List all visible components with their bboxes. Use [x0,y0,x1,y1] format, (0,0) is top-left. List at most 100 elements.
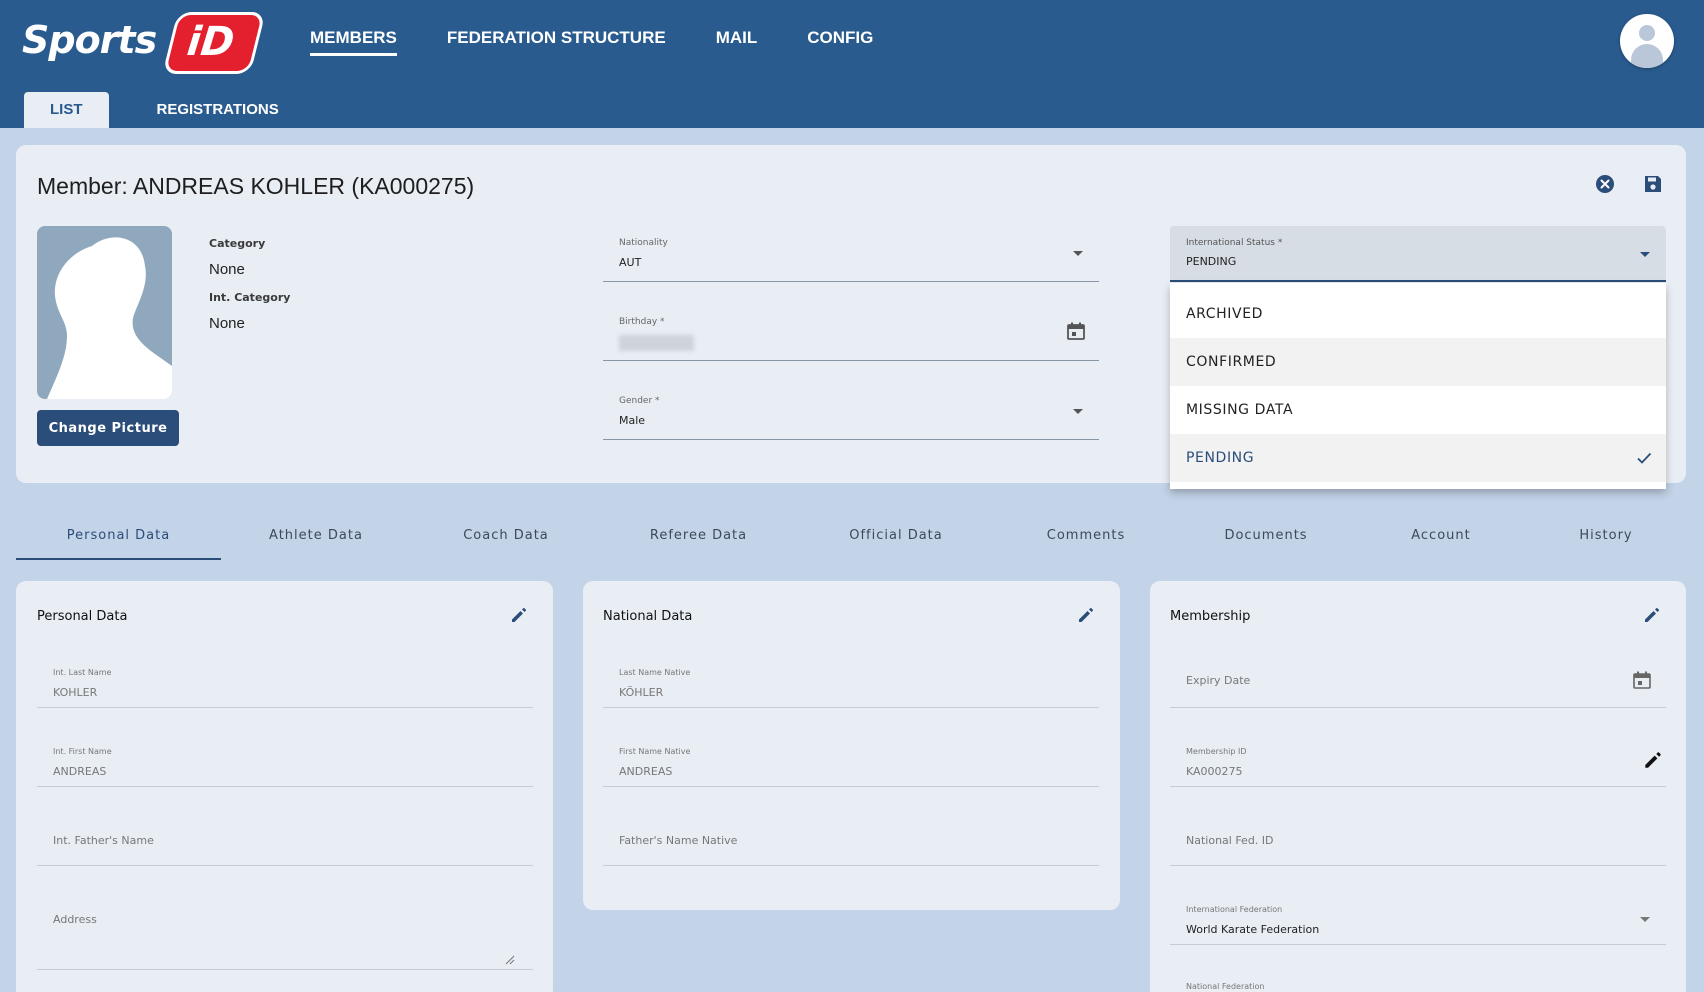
tab-account[interactable]: Account [1356,512,1526,560]
int-category-label: Int. Category [209,291,291,304]
calendar-icon[interactable] [1066,321,1086,341]
nav-mail[interactable]: MAIL [716,28,758,56]
tab-referee-data[interactable]: Referee Data [601,512,796,560]
nationality-label: Nationality [619,238,668,248]
nav-members[interactable]: MEMBERS [310,28,397,56]
edit-icon[interactable] [1642,605,1662,625]
page-title: Member: ANDREAS KOHLER (KA000275) [37,173,475,199]
personal-data-title: Personal Data [37,609,128,624]
int-fathers-name-placeholder: Int. Father's Name [53,834,154,847]
int-last-name-label: Int. Last Name [53,668,112,677]
last-name-native-label: Last Name Native [619,668,691,677]
option-label: CONFIRMED [1186,354,1277,370]
tab-official-data[interactable]: Official Data [796,512,996,560]
national-fed-id-placeholder: National Fed. ID [1186,834,1274,847]
resize-handle-icon[interactable] [505,955,515,965]
tab-coach-data[interactable]: Coach Data [411,512,601,560]
gender-label: Gender * [619,396,660,406]
edit-icon[interactable] [1076,605,1096,625]
tab-comments[interactable]: Comments [996,512,1176,560]
nav-federation-structure[interactable]: FEDERATION STRUCTURE [447,28,666,56]
sub-tabs: LIST REGISTRATIONS [24,92,305,128]
avatar-head [1639,25,1655,41]
expiry-date-placeholder: Expiry Date [1186,674,1251,687]
int-first-name-label: Int. First Name [53,747,112,756]
option-label: MISSING DATA [1186,402,1294,418]
status-option-archived[interactable]: ARCHIVED [1170,290,1666,338]
status-option-missing-data[interactable]: MISSING DATA [1170,386,1666,434]
int-fathers-name-field[interactable]: Int. Father's Name [37,816,533,866]
national-federation-label: National Federation [1186,982,1265,991]
tab-history[interactable]: History [1526,512,1686,560]
membership-id-field[interactable]: Membership ID KA000275 [1170,737,1666,787]
nav-config[interactable]: CONFIG [807,28,873,56]
status-option-confirmed[interactable]: CONFIRMED [1170,338,1666,386]
edit-icon[interactable] [509,605,529,625]
fathers-name-native-field[interactable]: Father's Name Native [603,816,1099,866]
last-name-native-field[interactable]: Last Name Native KÖHLER [603,658,1099,708]
gender-select[interactable]: Gender * Male [603,384,1099,440]
international-federation-select[interactable]: International Federation World Karate Fe… [1170,895,1666,945]
nationality-value: AUT [619,256,642,269]
expiry-date-field[interactable]: Expiry Date [1170,658,1666,708]
int-federation-label: International Federation [1186,905,1283,914]
category-value: None [209,261,245,278]
avatar-body [1631,44,1663,68]
international-status-select[interactable]: International Status * PENDING [1170,226,1666,282]
cancel-icon[interactable] [1595,174,1615,194]
membership-id-label: Membership ID [1186,747,1247,756]
category-label: Category [209,237,266,250]
section-tabs: Personal Data Athlete Data Coach Data Re… [16,512,1686,562]
gender-value: Male [619,414,646,427]
chevron-down-icon [1640,917,1650,922]
int-first-name-value: ANDREAS [53,765,107,778]
logo-text: Sports [22,18,157,62]
logo-badge: iD [162,12,266,74]
subtab-list[interactable]: LIST [24,92,109,128]
option-label: ARCHIVED [1186,306,1264,322]
int-last-name-field[interactable]: Int. Last Name KOHLER [37,658,533,708]
chevron-down-icon [1073,251,1083,256]
first-name-native-label: First Name Native [619,747,691,756]
top-bar: Sports iD MEMBERS FEDERATION STRUCTURE M… [0,0,1704,128]
membership-title: Membership [1170,609,1251,624]
save-icon[interactable] [1643,174,1663,194]
calendar-icon[interactable] [1632,670,1652,690]
status-option-pending[interactable]: PENDING [1170,434,1666,482]
tab-athlete-data[interactable]: Athlete Data [221,512,411,560]
silhouette-icon [47,237,172,399]
edit-icon[interactable] [1642,749,1664,771]
membership-id-value: KA000275 [1186,765,1243,778]
change-picture-button[interactable]: Change Picture [37,410,179,446]
birthday-value-redacted [619,335,694,351]
last-name-native-value: KÖHLER [619,686,664,699]
birthday-label: Birthday * [619,317,665,327]
int-category-value: None [209,315,245,332]
int-status-value: PENDING [1186,255,1237,268]
address-placeholder: Address [53,913,97,926]
chevron-down-icon [1640,252,1650,257]
tab-personal-data[interactable]: Personal Data [16,512,221,560]
status-dropdown-menu: ARCHIVED CONFIRMED MISSING DATA PENDING [1170,283,1666,489]
int-first-name-field[interactable]: Int. First Name ANDREAS [37,737,533,787]
member-photo [37,226,172,399]
fathers-name-native-placeholder: Father's Name Native [619,834,738,847]
logo-badge-text: iD [184,19,237,65]
option-label: PENDING [1186,450,1255,466]
main-nav: MEMBERS FEDERATION STRUCTURE MAIL CONFIG [310,28,873,56]
check-icon [1637,452,1652,464]
first-name-native-value: ANDREAS [619,765,673,778]
int-status-label: International Status * [1186,238,1283,248]
birthday-field[interactable]: Birthday * [603,305,1099,361]
address-field[interactable]: Address [37,895,533,970]
national-data-title: National Data [603,609,693,624]
chevron-down-icon [1073,409,1083,414]
national-fed-id-field[interactable]: National Fed. ID [1170,816,1666,866]
user-avatar[interactable] [1620,14,1674,68]
int-last-name-value: KOHLER [53,686,98,699]
subtab-registrations[interactable]: REGISTRATIONS [131,92,305,128]
tab-documents[interactable]: Documents [1176,512,1356,560]
sportsid-logo[interactable]: Sports iD [22,10,266,78]
first-name-native-field[interactable]: First Name Native ANDREAS [603,737,1099,787]
nationality-select[interactable]: Nationality AUT [603,226,1099,282]
